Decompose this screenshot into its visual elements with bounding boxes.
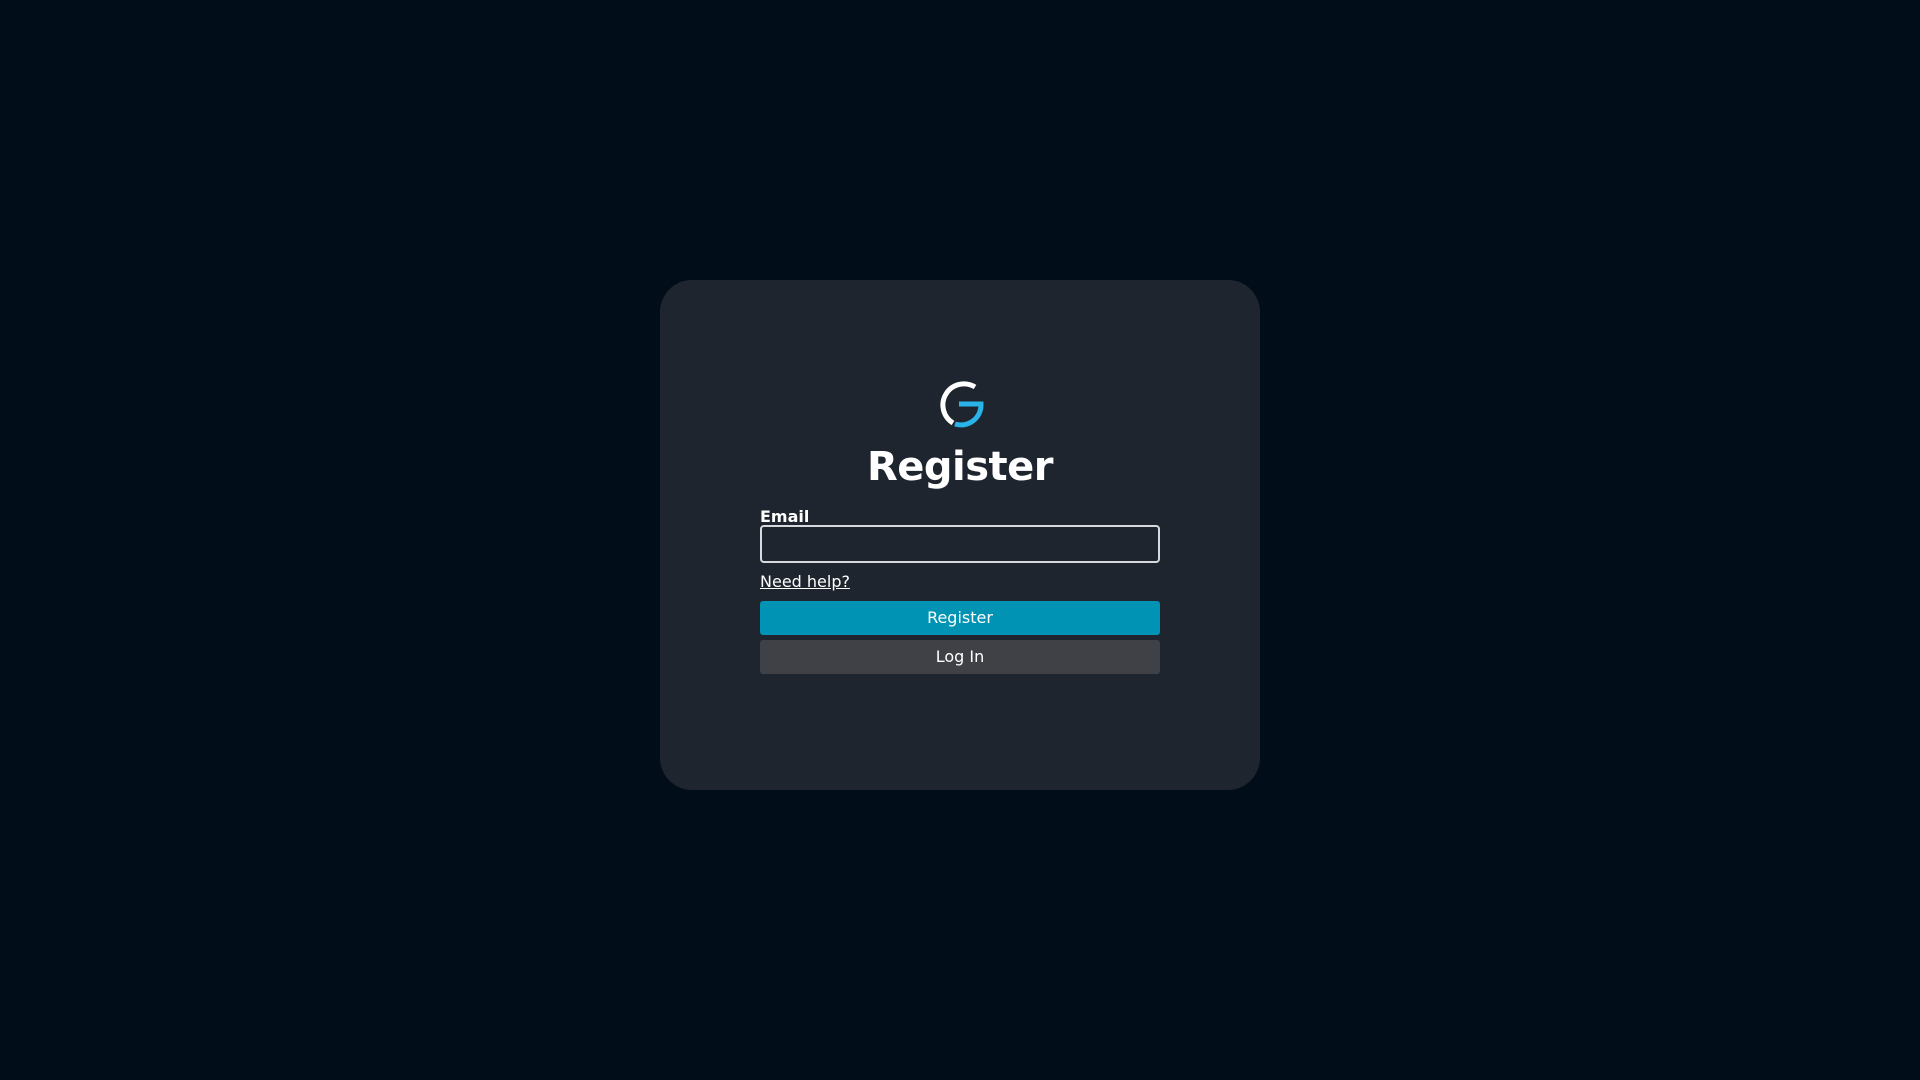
login-button[interactable]: Log In <box>760 640 1160 674</box>
email-field[interactable] <box>760 525 1160 563</box>
page-title: Register <box>866 444 1054 490</box>
need-help-link[interactable]: Need help? <box>760 572 850 592</box>
logo-icon <box>940 381 984 428</box>
register-card: Register Email Need help? Register Log I… <box>660 280 1260 790</box>
register-button[interactable]: Register <box>760 601 1160 635</box>
email-label: Email <box>760 507 810 526</box>
